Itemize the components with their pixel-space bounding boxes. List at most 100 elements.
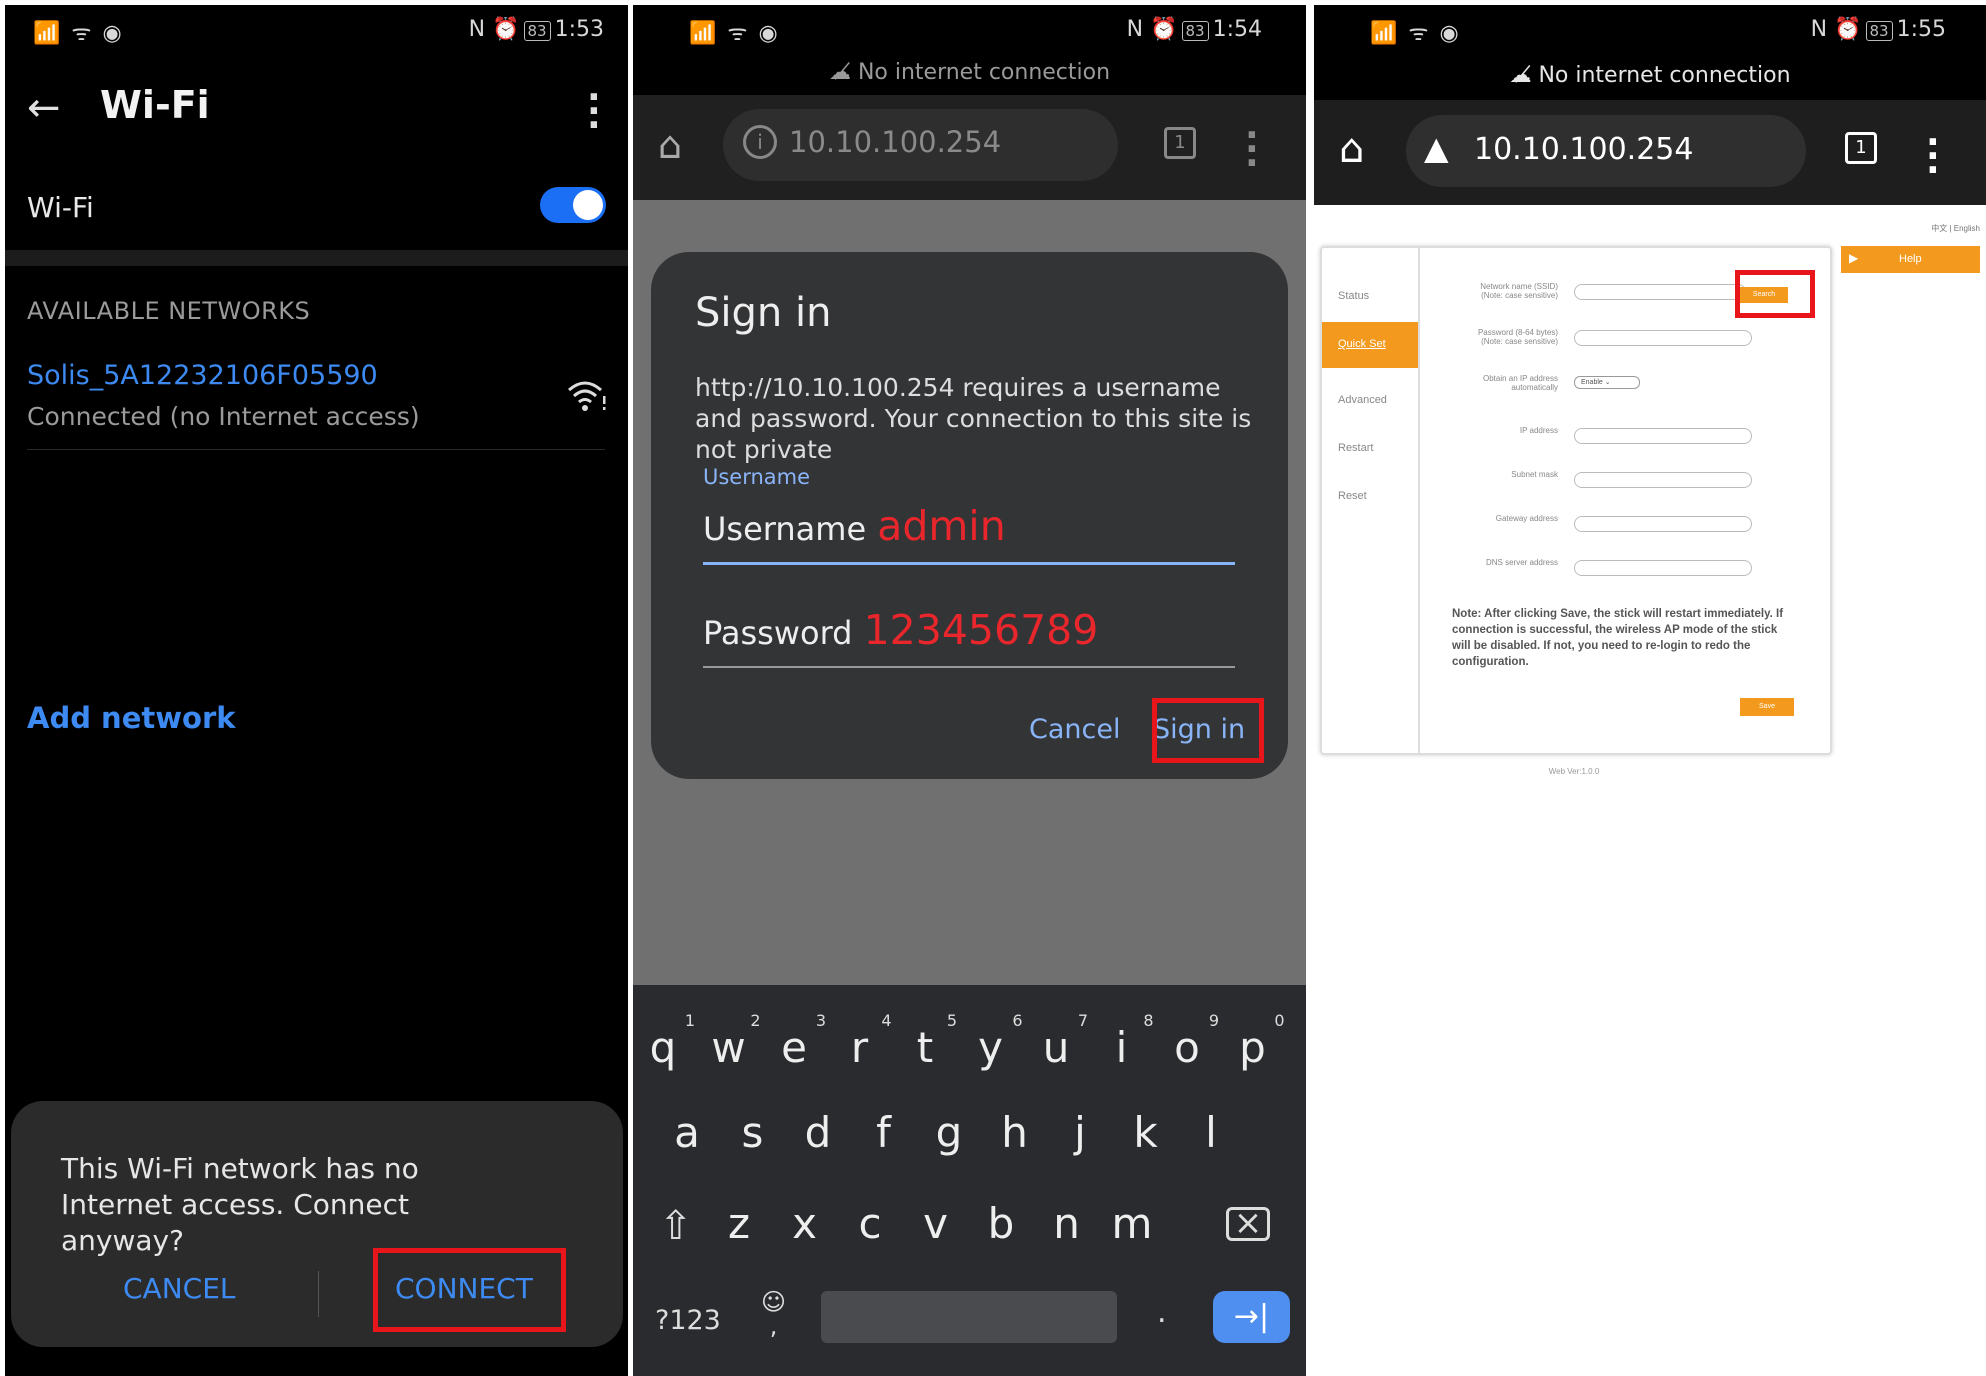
browser-toolbar: ⌂ i 10.10.100.254 1 · · ·: [633, 95, 1306, 200]
nav-advanced[interactable]: Advanced: [1338, 394, 1387, 406]
field-label: DNS server address: [1485, 558, 1558, 567]
search-highlight: [1735, 270, 1815, 318]
section-divider: [5, 250, 628, 266]
tab-switcher-button[interactable]: 1: [1164, 127, 1196, 159]
nav-status[interactable]: Status: [1338, 290, 1369, 302]
key-m[interactable]: m: [1102, 1199, 1162, 1248]
key-f[interactable]: f: [854, 1108, 914, 1157]
nav-restart[interactable]: Restart: [1338, 442, 1373, 454]
key-q[interactable]: q1: [633, 1011, 695, 1072]
status-time: 1:55: [1896, 17, 1946, 42]
key-a[interactable]: a: [657, 1108, 717, 1157]
info-icon[interactable]: i: [743, 125, 777, 159]
more-options-icon[interactable]: · · ·: [587, 80, 601, 144]
home-icon[interactable]: ⌂: [658, 123, 682, 167]
keyboard: q1w2e3r4t5y6u7i8o9p0 asdfghjkl zxcvbnm ⇧…: [633, 985, 1306, 1376]
backspace-key[interactable]: ×: [1226, 1206, 1270, 1241]
section-header: AVAILABLE NETWORKS: [27, 297, 311, 325]
key-j[interactable]: j: [1050, 1108, 1110, 1157]
key-o[interactable]: o9: [1157, 1011, 1219, 1072]
key-d[interactable]: d: [788, 1108, 848, 1157]
wifi-toggle[interactable]: [540, 187, 606, 223]
field-input[interactable]: [1574, 330, 1752, 346]
browser-toolbar: ⌂ ▲ 10.10.100.254 1 · · ·: [1314, 100, 1986, 205]
url-bar[interactable]: ▲ 10.10.100.254: [1406, 115, 1806, 187]
home-icon[interactable]: ⌂: [1339, 126, 1364, 172]
key-z[interactable]: z: [709, 1199, 769, 1248]
more-options-icon[interactable]: · · ·: [1926, 125, 1940, 189]
nfc-icon: N: [468, 17, 486, 42]
key-k[interactable]: k: [1116, 1108, 1176, 1157]
cancel-button[interactable]: Cancel: [1029, 714, 1120, 745]
add-network-link[interactable]: Add network: [27, 701, 236, 735]
cloud-off-icon: ☁̸: [828, 60, 858, 85]
tab-switcher-button[interactable]: 1: [1845, 132, 1877, 164]
wifi-signal-icon: [568, 381, 606, 411]
key-g[interactable]: g: [919, 1108, 979, 1157]
version-label: Web Ver:1.0.0: [1548, 767, 1600, 776]
status-bar: 📶 ᯤ ◉ N ⏰ 83 1:55: [1314, 5, 1986, 53]
key-p[interactable]: p0: [1223, 1011, 1284, 1072]
alarm-icon: ⏰: [492, 17, 520, 42]
key-s[interactable]: s: [723, 1108, 783, 1157]
note-text: Note: After clicking Save, the stick wil…: [1452, 608, 1784, 668]
status-bar: 📶 ᯤ ◉ N ⏰ 83 1:54: [633, 5, 1306, 53]
field-label: IP address: [1519, 426, 1558, 435]
key-c[interactable]: c: [840, 1199, 900, 1248]
list-divider: [27, 449, 605, 450]
no-internet-banner: ☁̸ No internet connection: [1509, 63, 1791, 88]
dhcp-select[interactable]: Enable ⌄: [1574, 376, 1640, 389]
nfc-icon: N: [1126, 17, 1144, 42]
help-button[interactable]: ▶ Help: [1841, 246, 1980, 273]
save-button[interactable]: Save: [1740, 698, 1794, 716]
key-e[interactable]: e3: [764, 1011, 826, 1072]
shift-key[interactable]: ⇧: [659, 1203, 693, 1249]
key-u[interactable]: u7: [1026, 1011, 1088, 1072]
emoji-key[interactable]: ☺,: [761, 1290, 786, 1338]
username-field[interactable]: Username admin: [703, 502, 1235, 565]
language-switch[interactable]: 中文 | English: [1931, 223, 1980, 234]
password-field[interactable]: Password 123456789: [703, 606, 1235, 668]
battery-icon: 83: [1865, 21, 1893, 41]
field-label: Gateway address: [1495, 514, 1558, 523]
router-config-screen: 📶 ᯤ ◉ N ⏰ 83 1:55 ☁̸ No internet connectio…: [1314, 5, 1986, 1376]
network-ssid: Solis_5A12232106F05590: [27, 360, 378, 391]
battery-icon: 83: [1181, 21, 1209, 41]
symbols-key[interactable]: ?123: [655, 1305, 721, 1336]
browser-signin-screen: 📶 ᯤ ◉ N ⏰ 83 1:54 ☁̸ No internet connectio…: [633, 5, 1306, 1376]
toggle-knob: [573, 190, 603, 220]
sign-in-highlight: [1152, 698, 1264, 763]
space-bar[interactable]: [821, 1291, 1117, 1343]
period-key[interactable]: .: [1157, 1295, 1167, 1330]
nav-reset[interactable]: Reset: [1338, 490, 1367, 502]
status-time: 1:54: [1212, 17, 1262, 42]
back-arrow-icon[interactable]: ←: [27, 85, 61, 131]
alarm-icon: ⏰: [1150, 17, 1178, 42]
key-t[interactable]: t5: [895, 1011, 957, 1072]
key-v[interactable]: v: [906, 1199, 966, 1248]
cancel-button[interactable]: CANCEL: [123, 1272, 236, 1305]
play-icon: ▶: [1849, 251, 1859, 265]
enter-key[interactable]: →|: [1213, 1291, 1290, 1343]
field-input[interactable]: [1574, 284, 1746, 300]
field-input[interactable]: [1574, 472, 1752, 488]
url-bar[interactable]: i 10.10.100.254: [723, 109, 1118, 181]
sidebar: Status Quick Set Advanced Restart Reset: [1322, 248, 1420, 753]
web-page: 中文 | English ▶ Help Status Quick Set Adv…: [1314, 205, 1986, 1376]
warning-icon: ▲: [1424, 129, 1449, 167]
key-r[interactable]: r4: [830, 1011, 892, 1072]
key-h[interactable]: h: [985, 1108, 1045, 1157]
key-x[interactable]: x: [775, 1199, 835, 1248]
key-y[interactable]: y6: [961, 1011, 1022, 1072]
key-b[interactable]: b: [971, 1199, 1031, 1248]
key-w[interactable]: w2: [699, 1011, 760, 1072]
field-input[interactable]: [1574, 560, 1752, 576]
network-item[interactable]: Solis_5A12232106F05590 Connected (no Int…: [5, 350, 606, 450]
key-i[interactable]: i8: [1092, 1011, 1154, 1072]
nav-quick-set-active[interactable]: Quick Set: [1322, 322, 1418, 368]
key-l[interactable]: l: [1181, 1108, 1241, 1157]
field-input[interactable]: [1574, 516, 1752, 532]
more-options-icon[interactable]: · · ·: [1245, 118, 1259, 182]
key-n[interactable]: n: [1037, 1199, 1097, 1248]
field-input[interactable]: [1574, 428, 1752, 444]
